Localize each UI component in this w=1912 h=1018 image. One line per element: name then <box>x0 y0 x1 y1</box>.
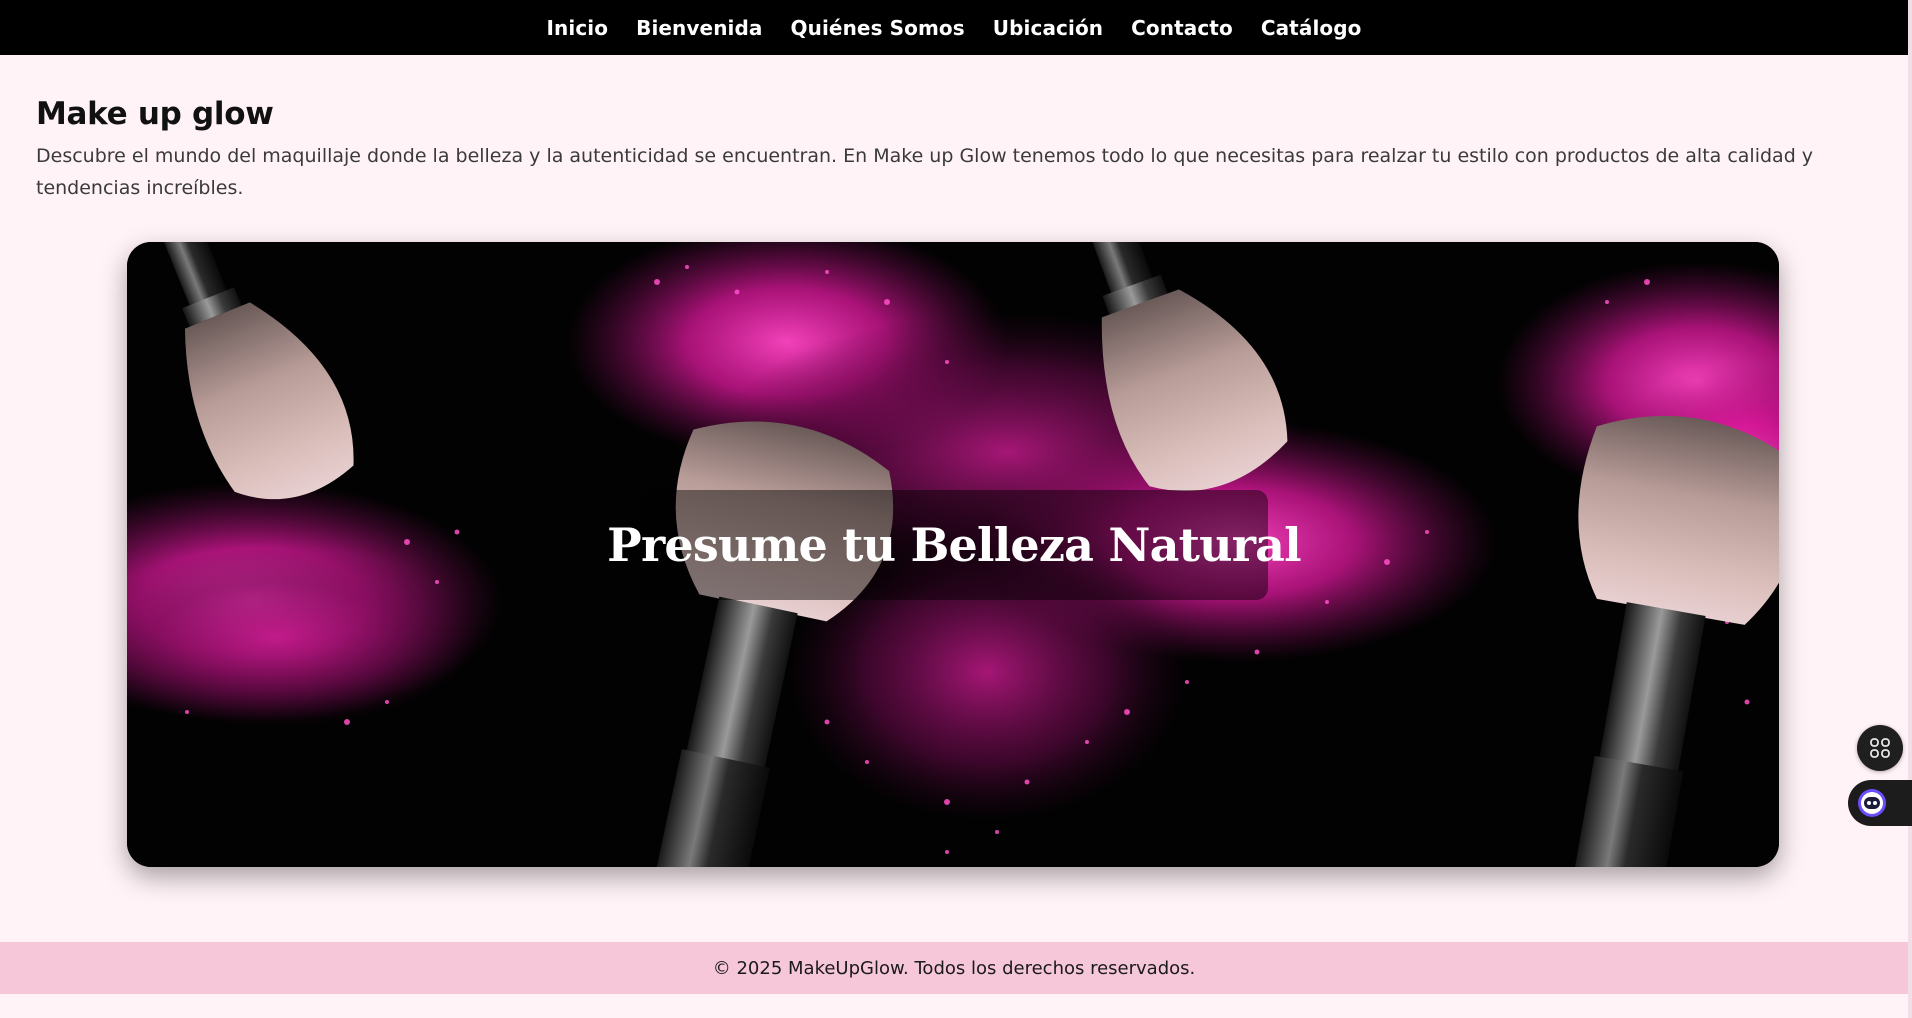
top-navigation: Inicio Bienvenida Quiénes Somos Ubicació… <box>0 0 1908 55</box>
apps-grid-icon <box>1870 738 1890 758</box>
robot-assistant-icon <box>1858 789 1886 817</box>
nav-item-inicio[interactable]: Inicio <box>547 16 609 40</box>
footer-copyright: © 2025 MakeUpGlow. Todos los derechos re… <box>712 957 1196 979</box>
intro-section: Make up glow Descubre el mundo del maqui… <box>36 96 1876 204</box>
nav-item-bienvenida[interactable]: Bienvenida <box>636 16 762 40</box>
intro-description: Descubre el mundo del maquillaje donde l… <box>36 145 1814 199</box>
nav-item-contacto[interactable]: Contacto <box>1131 16 1233 40</box>
nav-item-quienes-somos[interactable]: Quiénes Somos <box>791 16 965 40</box>
apps-grid-button[interactable] <box>1857 725 1903 771</box>
page-title: Make up glow <box>36 96 274 132</box>
nav-item-catalogo[interactable]: Catálogo <box>1261 16 1362 40</box>
page-scrollbar[interactable] <box>1908 0 1912 1018</box>
assistant-button[interactable] <box>1848 780 1912 826</box>
hero-caption-box: Presume tu Belleza Natural <box>607 490 1302 600</box>
hero-caption: Presume tu Belleza Natural <box>607 518 1301 572</box>
hero-banner: Presume tu Belleza Natural <box>127 242 1779 867</box>
nav-item-ubicacion[interactable]: Ubicación <box>993 16 1103 40</box>
page-footer: © 2025 MakeUpGlow. Todos los derechos re… <box>0 942 1908 994</box>
